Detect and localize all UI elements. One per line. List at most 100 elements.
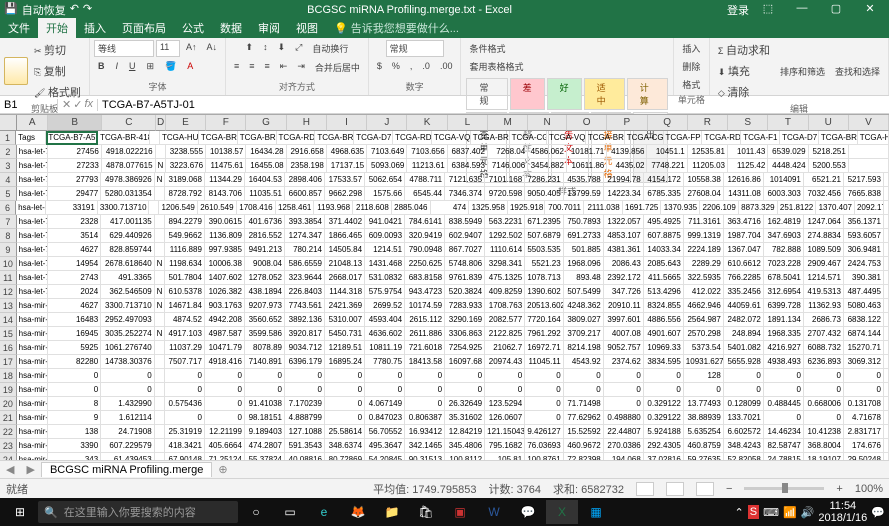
cell[interactable]: hsa-let-7a — [17, 173, 48, 187]
cell[interactable]: 390.0615 — [205, 215, 245, 229]
cell[interactable]: 7507.717 — [165, 355, 205, 369]
row-header[interactable]: 3 — [0, 159, 17, 173]
cell[interactable]: 4.71678 — [844, 411, 884, 425]
col-header[interactable]: D — [156, 115, 165, 131]
row-header[interactable]: 18 — [0, 369, 17, 383]
font-color-button[interactable]: A — [183, 59, 197, 74]
cell[interactable]: hsa-mir-1 — [17, 341, 48, 355]
cell[interactable]: 21994.78 — [604, 173, 644, 187]
merge-button[interactable]: 合并后居中 — [311, 59, 364, 76]
signin-label[interactable]: 登录 — [727, 2, 749, 18]
align-center-icon[interactable]: ≡ — [245, 59, 258, 76]
cell[interactable]: 418.3421 — [165, 439, 205, 453]
cell[interactable]: 9 — [48, 411, 101, 425]
cell[interactable]: 4878.077615 — [102, 159, 156, 173]
cell[interactable]: 507.6879 — [525, 229, 564, 243]
cell[interactable]: 3189.068 — [165, 173, 205, 187]
col-header[interactable]: K — [407, 115, 447, 131]
cell[interactable] — [884, 397, 889, 411]
cell[interactable]: 750.7893 — [564, 215, 604, 229]
cell[interactable]: 795.1682 — [485, 439, 525, 453]
cell[interactable]: 21048.13 — [325, 257, 365, 271]
cell[interactable]: 7665.838 — [844, 187, 884, 201]
cell[interactable]: 12535.81 — [688, 145, 728, 159]
notifications-icon[interactable]: 💬 — [871, 506, 885, 519]
bold-button[interactable]: B — [94, 59, 109, 74]
cell[interactable]: TCGA-VQ — [432, 131, 471, 145]
cell[interactable]: 7268.04 — [488, 145, 528, 159]
cell[interactable]: 4874.52 — [165, 313, 205, 327]
cell[interactable]: 4586.062 — [528, 145, 567, 159]
cell[interactable]: 7720.164 — [525, 313, 564, 327]
cell[interactable]: 27233 — [48, 159, 102, 173]
cell[interactable]: 0 — [165, 383, 205, 397]
cell[interactable]: 251.8122 — [778, 201, 817, 215]
cell[interactable]: 0 — [804, 383, 844, 397]
cell[interactable]: 6088.732 — [804, 341, 844, 355]
cell[interactable]: 2328 — [48, 215, 101, 229]
cell[interactable]: 6545.44 — [405, 187, 445, 201]
cell[interactable]: 67.90148 — [165, 453, 205, 460]
cell[interactable]: 5218.251 — [809, 145, 849, 159]
cell[interactable] — [155, 243, 165, 257]
paste-icon[interactable] — [4, 57, 28, 85]
cell[interactable]: 2686.73 — [804, 313, 844, 327]
wechat-icon[interactable]: 💬 — [512, 500, 544, 524]
delete-button[interactable]: 删除 — [678, 58, 704, 75]
cell[interactable]: 3997.601 — [604, 313, 644, 327]
cell[interactable]: 5310.007 — [325, 313, 365, 327]
cell[interactable]: 0 — [245, 383, 285, 397]
cell[interactable]: 15270.71 — [844, 341, 884, 355]
cell[interactable]: hsa-let-7a — [17, 145, 48, 159]
copy-button[interactable]: ⎘ 复制 — [30, 61, 85, 81]
tab-layout[interactable]: 页面布局 — [114, 18, 174, 38]
cell[interactable]: N — [155, 327, 165, 341]
cell[interactable]: 1407.602 — [205, 271, 245, 285]
cell[interactable]: 10611.86 — [567, 159, 607, 173]
cell[interactable]: 10558.38 — [684, 173, 724, 187]
cell[interactable]: 11035.51 — [245, 187, 285, 201]
row-header[interactable]: 24 — [0, 453, 17, 460]
cell[interactable]: 520.3824 — [445, 285, 485, 299]
tab-data[interactable]: 数据 — [212, 18, 250, 38]
cell[interactable] — [884, 453, 889, 460]
col-header[interactable]: U — [809, 115, 849, 131]
cell[interactable]: 2.831717 — [844, 425, 884, 439]
cell[interactable]: 1691.725 — [623, 201, 662, 215]
cell[interactable]: 4007.08 — [604, 327, 644, 341]
cell[interactable]: 0.575436 — [165, 397, 205, 411]
cell[interactable]: 3035.252274 — [101, 327, 154, 341]
cell[interactable]: 1089.509 — [804, 243, 844, 257]
cell[interactable]: Tags — [16, 131, 46, 145]
redo-icon[interactable]: ↷ — [83, 2, 92, 18]
cell[interactable]: 2816.552 — [245, 229, 285, 243]
cell[interactable]: hsa-let-7d — [17, 215, 48, 229]
cell[interactable] — [884, 313, 889, 327]
cell[interactable]: 784.6141 — [405, 215, 445, 229]
cell[interactable]: 0.131708 — [844, 397, 884, 411]
cell[interactable]: 4636.602 — [365, 327, 405, 341]
cell[interactable]: 27793 — [48, 173, 101, 187]
wrap-button[interactable]: 自动换行 — [308, 40, 352, 57]
cell[interactable]: 71.25124 — [205, 453, 245, 460]
cell[interactable]: 40.08816 — [285, 453, 325, 460]
cell[interactable] — [155, 341, 165, 355]
cell[interactable] — [849, 159, 889, 173]
cell[interactable]: 3599.586 — [245, 327, 285, 341]
cell[interactable]: 128 — [684, 369, 724, 383]
cell[interactable]: 0 — [101, 383, 154, 397]
cell[interactable]: 21062.7 — [485, 341, 525, 355]
cell[interactable]: 1125.42 — [728, 159, 768, 173]
zoom-level[interactable]: 100% — [855, 483, 883, 495]
cell[interactable]: 8873.329 — [739, 201, 778, 215]
cell[interactable]: 782.888 — [764, 243, 804, 257]
cell[interactable]: hsa-let-7e — [17, 229, 48, 243]
cell[interactable]: hsa-let-7f — [17, 243, 48, 257]
cell[interactable] — [884, 411, 889, 425]
cell[interactable]: 691.2733 — [564, 229, 604, 243]
cell[interactable]: hsa-mir-1 — [17, 355, 48, 369]
align-right-icon[interactable]: ≡ — [261, 59, 274, 76]
cell[interactable]: 226.8403 — [285, 285, 325, 299]
cell[interactable]: 9662.298 — [325, 187, 365, 201]
cell[interactable]: 16.93412 — [405, 425, 445, 439]
